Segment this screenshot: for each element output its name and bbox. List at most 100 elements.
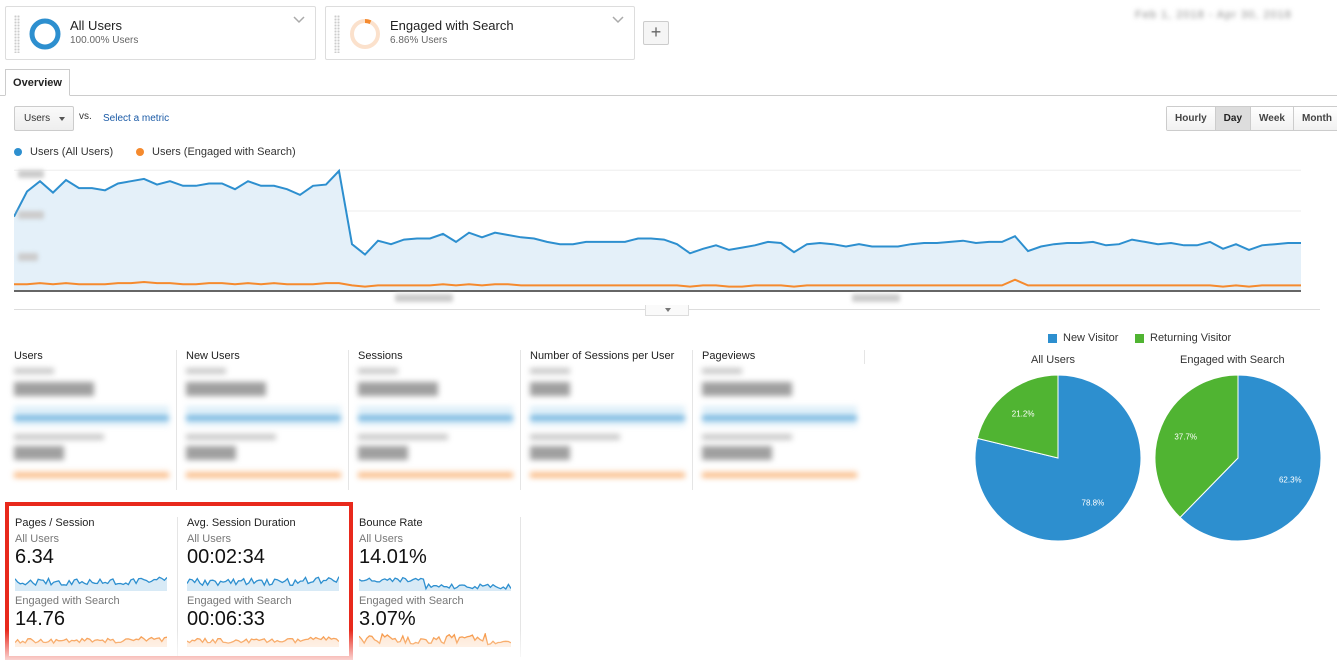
- drag-handle-icon[interactable]: [14, 15, 20, 53]
- scorecard-divider: [520, 517, 521, 657]
- metric-value: 6.34: [15, 546, 54, 568]
- scorecard-divider: [349, 517, 350, 657]
- select-metric-link[interactable]: Select a metric: [103, 113, 169, 124]
- chart-y-tick-label: [18, 170, 44, 178]
- segment-label: Engaged with Search: [359, 595, 464, 607]
- segment-subtitle: 100.00% Users: [70, 35, 139, 46]
- scorecard-blurred-content: [358, 362, 518, 487]
- legend-dot: [136, 148, 144, 156]
- segment-ring-icon: [29, 18, 61, 50]
- metric-dropdown[interactable]: Users: [14, 106, 74, 131]
- chart-y-tick-label: [18, 253, 38, 261]
- time-granularity-group: Hourly Day Week Month: [1166, 106, 1337, 131]
- legend-dot: [14, 148, 22, 156]
- pie-chart-all-users: 78.8% 21.2%: [974, 374, 1142, 542]
- sparkline-engaged: [359, 633, 511, 647]
- pie-legend-returning-visitor[interactable]: Returning Visitor: [1135, 332, 1231, 344]
- legend-swatch: [1135, 333, 1144, 343]
- scorecard-users[interactable]: Users: [14, 350, 174, 487]
- scorecard-divider: [692, 350, 693, 490]
- pie-title-engaged: Engaged with Search: [1180, 354, 1285, 366]
- drag-handle-icon[interactable]: [334, 15, 340, 53]
- scorecard-blurred-content: [14, 362, 174, 487]
- scorecard-title: Number of Sessions per User: [530, 350, 675, 362]
- week-button[interactable]: Week: [1251, 107, 1294, 130]
- scorecard-blurred-content: [530, 362, 690, 487]
- chevron-down-icon[interactable]: [612, 15, 624, 25]
- scorecard-blurred-content: [702, 362, 862, 487]
- pie-slice-label: 21.2%: [1012, 410, 1035, 419]
- scorecard-divider: [864, 350, 865, 364]
- sparkline-all-users: [187, 576, 339, 591]
- sparkline-engaged: [187, 635, 339, 647]
- users-line-chart: [14, 168, 1301, 292]
- segment-label: All Users: [15, 533, 60, 545]
- caret-down-icon: [59, 117, 65, 121]
- pie-slice-label: 37.7%: [1174, 433, 1197, 442]
- segment-label: Engaged with Search: [15, 595, 120, 607]
- scorecard-sessions-per-user[interactable]: Number of Sessions per User: [530, 350, 690, 487]
- chart-legend-item-engaged[interactable]: Users (Engaged with Search): [136, 146, 296, 158]
- chart-legend-item-all-users[interactable]: Users (All Users): [14, 146, 113, 158]
- scorecard-title: Avg. Session Duration: [187, 517, 296, 529]
- pie-title-all-users: All Users: [1031, 354, 1076, 366]
- metric-value: 3.07%: [359, 608, 416, 630]
- tab-overview[interactable]: Overview: [5, 69, 70, 96]
- date-range-picker[interactable]: Feb 1, 2018 - Apr 30, 2018: [1135, 9, 1305, 23]
- metric-value: 00:06:33: [187, 608, 265, 630]
- scorecard-divider: [177, 517, 178, 657]
- pie-slice-label: 62.3%: [1279, 475, 1302, 484]
- sparkline-all-users: [359, 576, 511, 591]
- scorecard-title: Pages / Session: [15, 517, 95, 529]
- legend-swatch: [1048, 333, 1057, 343]
- chevron-down-icon[interactable]: [293, 15, 305, 25]
- day-button[interactable]: Day: [1215, 107, 1252, 130]
- metric-value: 14.01%: [359, 546, 427, 568]
- sparkline-engaged: [15, 636, 167, 647]
- scorecard-sessions[interactable]: Sessions: [358, 350, 518, 487]
- scorecard-title: Sessions: [358, 350, 403, 362]
- segment-label: All Users: [187, 533, 232, 545]
- segment-label: Engaged with Search: [187, 595, 292, 607]
- scorecard-new-users[interactable]: New Users: [186, 350, 346, 487]
- tab-bar-rule: [0, 95, 1337, 96]
- scorecard-title: New Users: [186, 350, 240, 362]
- pie-chart-engaged: 62.3% 37.7%: [1154, 374, 1322, 542]
- chart-x-tick-label: [395, 294, 453, 302]
- series-area: [14, 170, 1301, 290]
- segment-subtitle: 6.86% Users: [390, 35, 448, 46]
- scorecard-title: Users: [14, 350, 43, 362]
- collapse-chart-toggle[interactable]: [645, 305, 689, 316]
- metric-value: 00:02:34: [187, 546, 265, 568]
- scorecard-title: Bounce Rate: [359, 517, 423, 529]
- segment-title: Engaged with Search: [390, 18, 514, 33]
- scorecard-divider: [176, 350, 177, 490]
- hourly-button[interactable]: Hourly: [1167, 107, 1216, 130]
- month-button[interactable]: Month: [1293, 107, 1337, 130]
- segment-card-engaged-with-search[interactable]: Engaged with Search 6.86% Users: [325, 6, 635, 60]
- legend-label: New Visitor: [1063, 332, 1119, 344]
- segment-label: All Users: [359, 533, 404, 545]
- sparkline-all-users: [15, 576, 167, 591]
- scorecard-pages-per-session[interactable]: Pages / Session All Users 6.34 Engaged w…: [15, 517, 175, 647]
- legend-label: Users (Engaged with Search): [152, 146, 296, 158]
- add-segment-button[interactable]: +: [643, 21, 669, 45]
- segment-card-all-users[interactable]: All Users 100.00% Users: [5, 6, 316, 60]
- scorecard-title: Pageviews: [702, 350, 756, 362]
- scorecard-pageviews[interactable]: Pageviews: [702, 350, 862, 487]
- chart-x-tick-label: [852, 294, 900, 302]
- metric-value: 14.76: [15, 608, 66, 630]
- segment-title: All Users: [70, 18, 123, 33]
- scorecard-avg-session-duration[interactable]: Avg. Session Duration All Users 00:02:34…: [187, 517, 347, 647]
- scorecard-blurred-content: [186, 362, 346, 487]
- pie-slice-label: 78.8%: [1082, 498, 1105, 507]
- segment-ring-icon: [350, 18, 380, 49]
- scorecard-divider: [520, 350, 521, 490]
- legend-label: Users (All Users): [30, 146, 114, 158]
- scorecard-bounce-rate[interactable]: Bounce Rate All Users 14.01% Engaged wit…: [359, 517, 519, 647]
- pie-legend-new-visitor[interactable]: New Visitor: [1048, 332, 1118, 344]
- scorecard-divider: [348, 350, 349, 490]
- metric-dropdown-value: Users: [24, 113, 51, 124]
- chart-y-tick-label: [18, 211, 44, 219]
- legend-label: Returning Visitor: [1150, 332, 1232, 344]
